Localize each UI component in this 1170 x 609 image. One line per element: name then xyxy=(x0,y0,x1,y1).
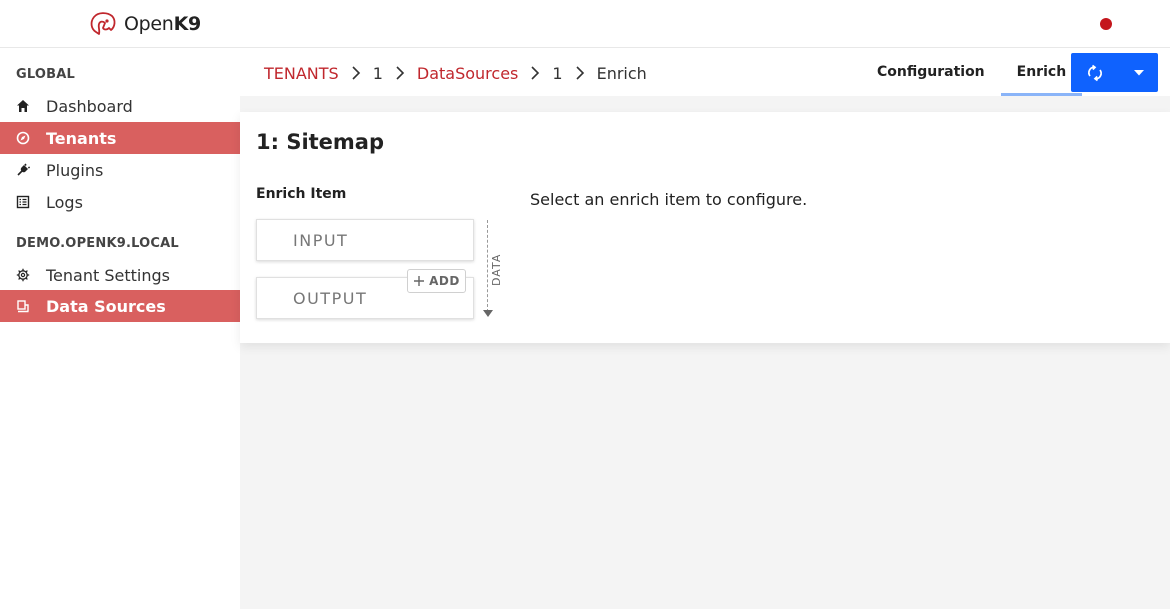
breadcrumb-datasources[interactable]: DataSources xyxy=(417,64,519,83)
sidebar-item-label: Plugins xyxy=(46,160,104,180)
add-enrich-item-button[interactable]: ADD xyxy=(407,269,466,293)
action-button-group xyxy=(1071,53,1158,92)
add-button-label: ADD xyxy=(429,274,460,288)
enrich-card: 1: Sitemap Enrich Item INPUT OUTPUT ADD … xyxy=(240,112,1170,343)
plug-icon xyxy=(0,163,46,177)
sidebar-item-plugins[interactable]: Plugins xyxy=(0,154,240,186)
gear-icon xyxy=(0,268,46,282)
refresh-icon xyxy=(1088,64,1102,81)
sidebar-item-label: Tenant Settings xyxy=(46,265,170,285)
database-icon xyxy=(0,299,46,313)
empty-state-hint: Select an enrich item to configure. xyxy=(530,190,808,209)
sidebar-section-title-tenant: DEMO.OPENK9.LOCAL xyxy=(16,236,179,251)
list-icon xyxy=(0,195,46,209)
sidebar-item-label: Dashboard xyxy=(46,96,133,116)
top-bar: OpenK9 xyxy=(0,0,1170,48)
sidebar-item-label: Data Sources xyxy=(46,296,166,316)
sidebar-item-label: Logs xyxy=(46,192,83,212)
sidebar-item-tenant-settings[interactable]: Tenant Settings xyxy=(0,259,240,291)
breadcrumb-tenants[interactable]: TENANTS xyxy=(264,64,339,83)
sidebar-item-logs[interactable]: Logs xyxy=(0,186,240,218)
breadcrumb-tenant-id: 1 xyxy=(372,63,383,83)
plus-icon xyxy=(414,276,425,286)
compass-icon xyxy=(0,131,46,145)
chevron-right-icon xyxy=(345,62,367,84)
sidebar-section-title-global: GLOBAL xyxy=(16,67,75,82)
chevron-right-icon xyxy=(524,62,546,84)
data-flow-line xyxy=(487,220,489,312)
tab-configuration[interactable]: Configuration xyxy=(861,48,1001,96)
input-node[interactable]: INPUT xyxy=(256,219,474,261)
home-icon xyxy=(0,99,46,113)
sidebar-item-tenants[interactable]: Tenants xyxy=(0,122,240,154)
openk9-logo-icon xyxy=(90,12,116,35)
tab-list: Configuration Enrich xyxy=(861,48,1082,96)
sidebar-item-dashboard[interactable]: Dashboard xyxy=(0,90,240,122)
dropdown-button[interactable] xyxy=(1119,53,1158,92)
tab-enrich[interactable]: Enrich xyxy=(1000,48,1083,96)
sidebar: GLOBAL Dashboard Tenants Plugins Logs DE… xyxy=(0,48,240,609)
caret-down-icon xyxy=(1133,69,1144,75)
data-flow-label: DATA xyxy=(490,253,503,286)
page-header: TENANTS 1 DataSources 1 Enrich Configura… xyxy=(240,48,1170,96)
breadcrumb-current: Enrich xyxy=(596,63,647,83)
enrich-item-label: Enrich Item xyxy=(256,186,347,202)
breadcrumb: TENANTS 1 DataSources 1 Enrich xyxy=(264,62,647,84)
app-logo[interactable]: OpenK9 xyxy=(88,10,201,38)
refresh-button[interactable] xyxy=(1071,53,1119,92)
page-title: 1: Sitemap xyxy=(256,130,385,154)
main-content: TENANTS 1 DataSources 1 Enrich Configura… xyxy=(240,48,1170,609)
chevron-right-icon xyxy=(569,62,591,84)
sidebar-item-data-sources[interactable]: Data Sources xyxy=(0,290,240,322)
app-name: OpenK9 xyxy=(124,13,201,35)
arrow-down-icon xyxy=(483,310,493,317)
sidebar-item-label: Tenants xyxy=(46,128,117,148)
chevron-right-icon xyxy=(389,62,411,84)
breadcrumb-datasource-id: 1 xyxy=(552,63,563,83)
status-indicator xyxy=(1100,18,1112,30)
